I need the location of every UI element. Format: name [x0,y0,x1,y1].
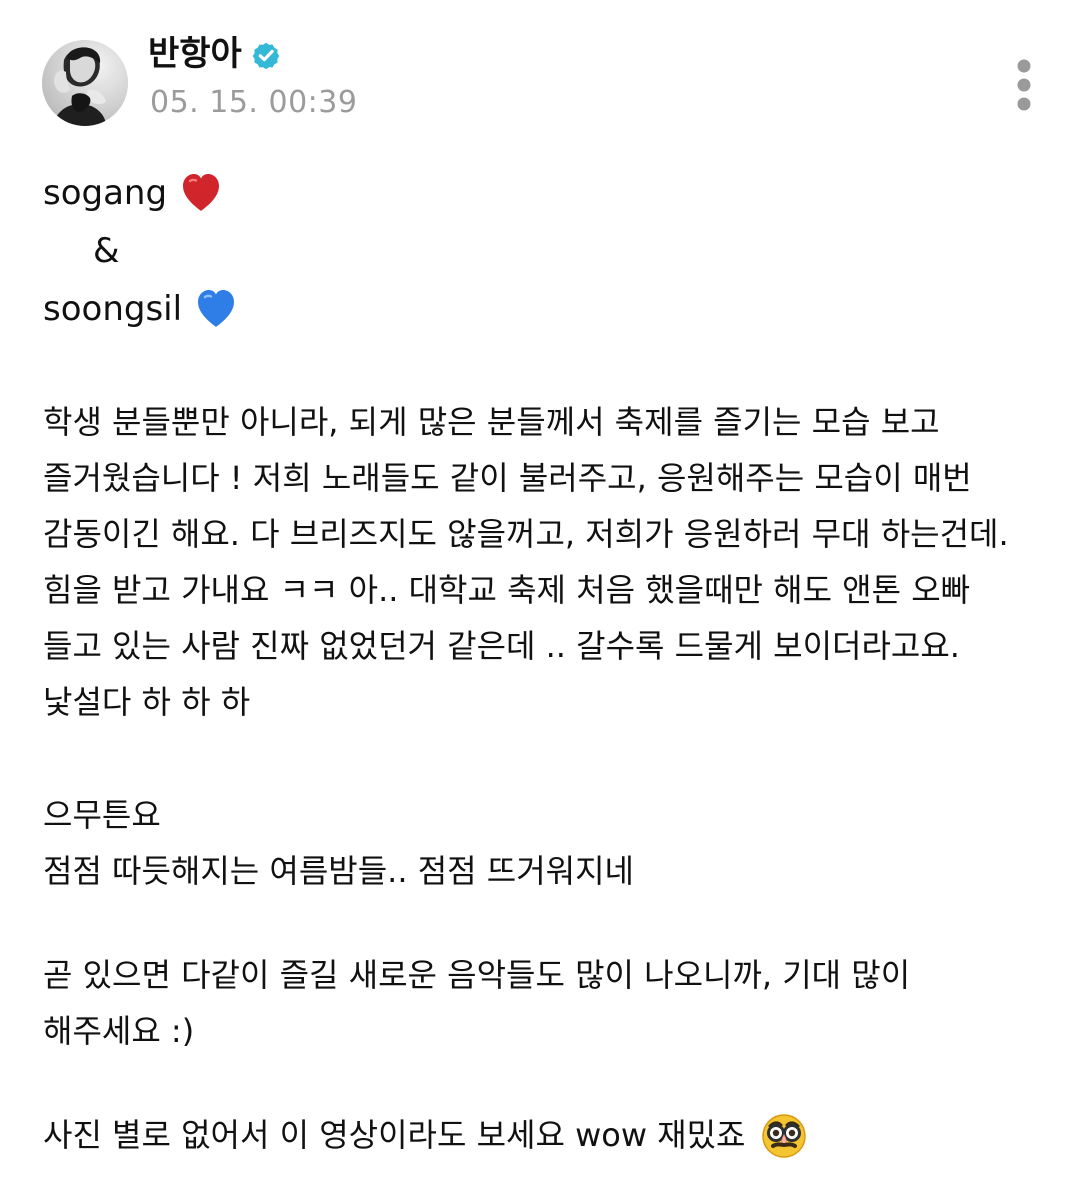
more-vertical-icon [1015,58,1033,116]
post-paragraph-2-line-2: 점점 따듯해지는 여름밤들.. 점점 뜨거워지네 [43,852,634,890]
avatar-photo-icon [42,40,128,126]
more-options-button[interactable] [1002,58,1046,116]
tag-soongsil-text: soongsil [43,289,183,329]
post-paragraph-4-text: 사진 별로 없어서 이 영상이라도 보세요 wow 재밌죠 [43,1116,746,1154]
author-name[interactable]: 반항아 [148,30,242,78]
post-paragraph-4: 사진 별로 없어서 이 영상이라도 보세요 wow 재밌죠 [43,1107,1038,1163]
tag-line-soongsil: soongsil [43,281,1038,337]
post-paragraph-1: 학생 분들뿐만 아니라, 되게 많은 분들께서 축제를 즐기는 모습 보고 즐거… [43,403,1009,721]
author-avatar[interactable] [42,40,128,126]
disguised-face-emoji-icon [760,1112,808,1160]
red-heart-icon [179,171,223,215]
blue-heart-icon [194,287,238,331]
post-timestamp: 05. 15. 00:39 [150,85,358,120]
tag-line-ampersand: & [43,221,1038,281]
post-header: 반항아 05. 15. 00:39 [0,0,1077,150]
verified-badge-icon [252,41,280,70]
post-paragraph-3: 곧 있으면 다같이 즐길 새로운 음악들도 많이 나오니까, 기대 많이 해주세… [43,956,911,1050]
post-body: sogang & soongsil 학생 분들뿐만 아니라, 되게 많은 분들께… [43,165,1038,1163]
tag-sogang-text: sogang [43,173,168,213]
post-paragraph-2-line-1: 으무튼요 [43,796,161,834]
tag-line-sogang: sogang [43,165,1038,221]
author-row: 반항아 [148,30,280,78]
ampersand-text: & [93,231,120,271]
